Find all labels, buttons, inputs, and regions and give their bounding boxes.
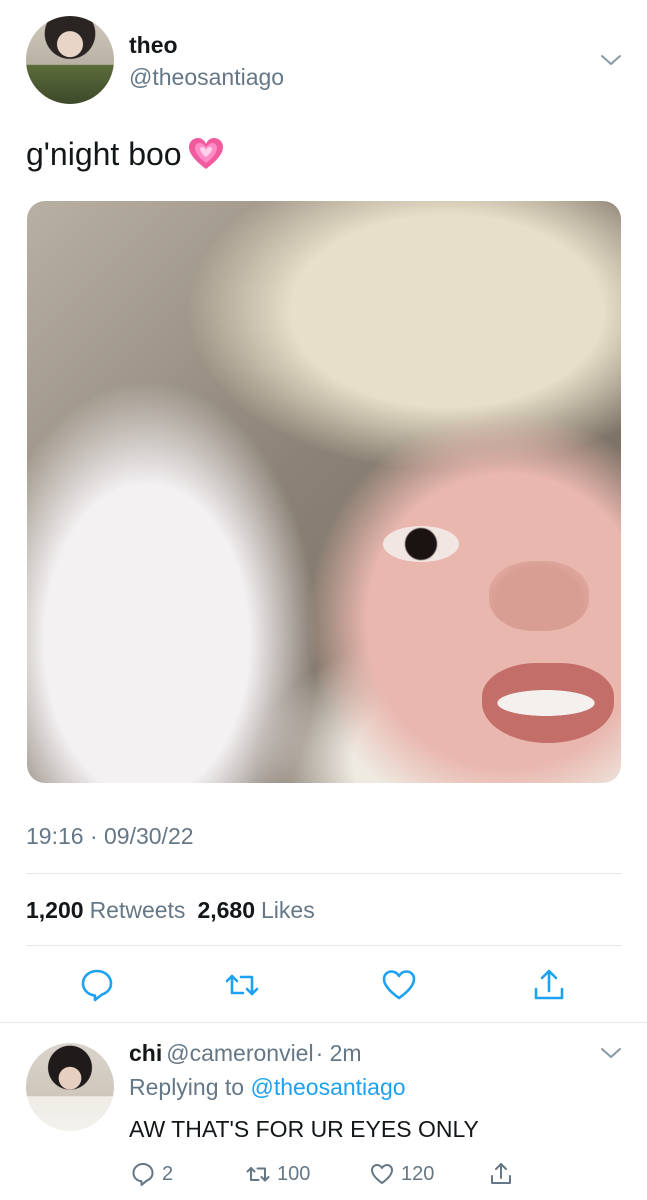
share-icon [534, 969, 564, 1000]
sparkling-heart-icon [188, 137, 224, 171]
reply-reply-count: 2 [162, 1162, 174, 1185]
author-name[interactable]: theo [129, 32, 178, 59]
retweet-button[interactable] [223, 966, 261, 1004]
tweet-photo[interactable] [27, 201, 621, 783]
reply-author-name[interactable]: chi [129, 1040, 162, 1066]
reply-button[interactable] [78, 966, 116, 1004]
share-icon [491, 1163, 511, 1184]
divider [26, 945, 622, 946]
heart-icon [371, 1164, 393, 1184]
chevron-down-icon[interactable] [599, 48, 623, 72]
reply-retweet-button[interactable]: 100 [245, 1160, 310, 1188]
replying-prefix: Replying to [129, 1074, 245, 1100]
photo-detail [489, 561, 589, 631]
heart-icon [382, 970, 416, 1000]
retweet-icon [225, 974, 259, 996]
tweet-text: g'night boo [26, 136, 224, 173]
reply-header: chi @cameronviel· 2m [129, 1040, 362, 1067]
author-avatar[interactable] [26, 16, 114, 104]
retweets-count[interactable]: 1,200 [26, 897, 84, 923]
likes-label[interactable]: Likes [261, 897, 315, 923]
reply-like-button[interactable]: 120 [369, 1160, 434, 1188]
replying-to: Replying to @theosantiago [129, 1074, 406, 1101]
reply-text: AW THAT'S FOR UR EYES ONLY [129, 1116, 479, 1142]
retweets-label[interactable]: Retweets [90, 897, 186, 923]
reply-icon [132, 1163, 154, 1186]
tweet-timestamp[interactable]: 19:16 · 09/30/22 [26, 823, 194, 850]
reply-retweet-count: 100 [277, 1162, 311, 1185]
author-handle[interactable]: @theosantiago [129, 64, 284, 91]
reply-share-button[interactable] [488, 1160, 520, 1188]
reply-like-count: 120 [401, 1162, 435, 1185]
tweet-stats: 1,200 Retweets 2,680 Likes [26, 897, 327, 924]
reply-author-avatar[interactable] [26, 1043, 114, 1131]
photo-detail [482, 663, 614, 743]
photo-detail [383, 526, 459, 562]
reply-icon [81, 969, 113, 1002]
reply-author-handle[interactable]: @cameronviel [166, 1040, 313, 1066]
likes-count[interactable]: 2,680 [197, 897, 255, 923]
retweet-icon [246, 1167, 270, 1182]
divider [0, 1022, 647, 1023]
reply-reply-button[interactable]: 2 [130, 1160, 173, 1188]
divider [26, 873, 622, 874]
chevron-down-icon[interactable] [599, 1041, 623, 1065]
tweet-text-content: g'night boo [26, 136, 182, 172]
share-button[interactable] [530, 966, 568, 1004]
replying-mention[interactable]: @theosantiago [250, 1074, 405, 1100]
main-tweet: theo @theosantiago g'night boo 19:16 · 0… [0, 0, 647, 1022]
like-button[interactable] [380, 966, 418, 1004]
reply-time: · 2m [315, 1040, 362, 1066]
